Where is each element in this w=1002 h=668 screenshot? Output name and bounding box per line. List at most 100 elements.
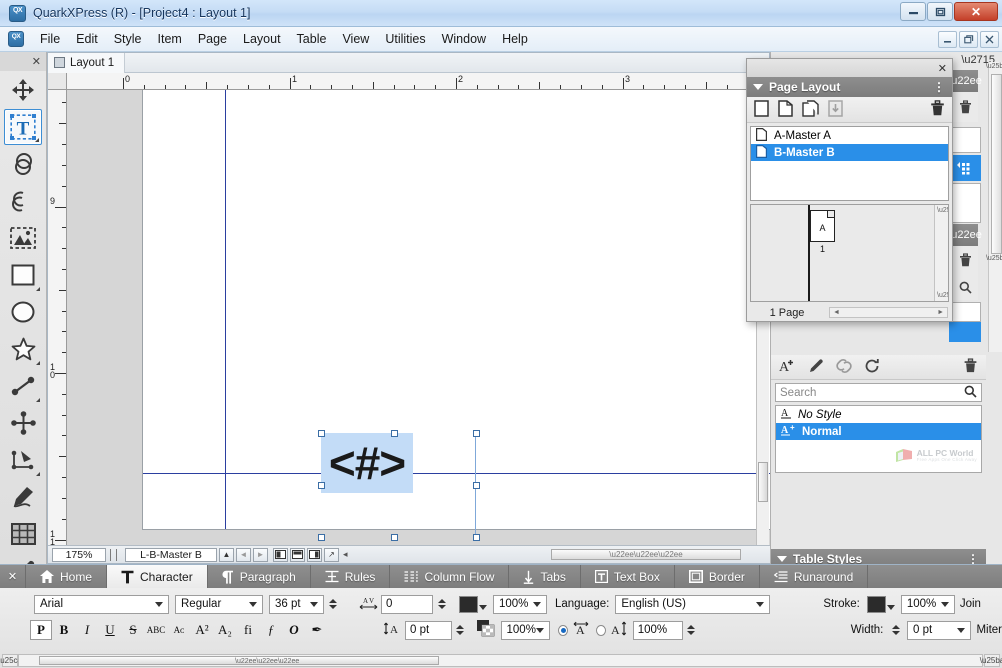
text-color-swatch[interactable] [459,596,478,613]
delete-style-sheet-trash-icon[interactable] [963,358,978,376]
current-page-field[interactable]: L-B-Master B [125,548,217,562]
shade-icon[interactable] [477,620,495,640]
dock-trash-2[interactable] [952,246,978,274]
tracking-field[interactable]: 0 [381,595,433,614]
dock-scrollbar[interactable]: \u25b2 \u25bc [988,62,1002,352]
selection-handle-ml[interactable] [318,482,325,489]
shadow-style-button[interactable]: ✒ [306,620,328,640]
tab-runaround[interactable]: Runaround [760,565,868,588]
item-tool[interactable] [4,72,42,108]
thumbnails-scroll-left[interactable]: ◄ [833,309,840,316]
style-search-box[interactable]: Search [775,383,982,402]
mdi-restore-button[interactable] [959,31,978,48]
layout-tab[interactable]: Layout 1 [48,53,125,73]
menu-item-table[interactable]: Table [289,29,335,49]
menu-item-page[interactable]: Page [190,29,235,49]
tools-palette-close[interactable]: ✕ [0,52,46,71]
selection-handle-bc[interactable] [391,534,398,541]
horizontal-scale-radio[interactable] [558,625,568,636]
stroke-color-dropdown-arrow[interactable] [887,605,895,610]
thumbnails-scroll-right[interactable]: ► [937,309,944,316]
minimize-button[interactable] [900,2,926,21]
insert-pages-icon[interactable] [828,100,843,120]
picture-content-tool[interactable] [4,146,42,182]
view-spread-button[interactable] [290,548,305,562]
style-sheets-list[interactable]: A No Style A+ Normal ALL PC World [775,405,982,473]
text-content-tool[interactable]: T [4,109,42,145]
outline-style-button[interactable]: O [283,620,305,640]
chevron-down-icon[interactable] [753,84,763,90]
thumbnails-vertical-scrollbar[interactable]: \u25b2 \u25bc [934,205,948,301]
dock-panel-menu-2[interactable]: \u22ee [952,224,978,246]
text-opacity-dropdown[interactable]: 100% [493,595,547,614]
export-button[interactable]: ↗ [324,548,339,562]
master-pages-list[interactable]: A-Master A B-Master B [750,126,949,201]
font-style-dropdown[interactable]: Regular [175,595,263,614]
status-collapse-arrow[interactable]: ◂ [343,549,348,560]
page-layout-titlebar[interactable]: ✕ [747,59,952,77]
layout-canvas[interactable]: <#> Mac4PC.com [67,90,771,548]
page-layout-header[interactable]: Page Layout ⋮ [747,77,952,97]
blank-single-page-icon[interactable] [754,100,769,120]
page-layout-menu-icon[interactable]: ⋮ [933,84,946,90]
blank-facing-page-icon[interactable] [778,100,793,120]
status-splitter[interactable] [110,549,117,561]
baseline-shift-field[interactable]: 0 pt [405,621,452,640]
menu-item-view[interactable]: View [334,29,377,49]
scale-stepper[interactable] [686,625,696,635]
text-color-dropdown-arrow[interactable] [479,605,487,610]
selection-handle-mr[interactable] [473,482,480,489]
thumbnails-scroll-up[interactable]: \u25b2 [937,207,949,214]
scale-value-field[interactable]: 100% [633,621,683,640]
menu-item-window[interactable]: Window [434,29,494,49]
style-sheet-item-no-style[interactable]: A No Style [776,406,981,423]
vertical-ruler[interactable]: 91011 [48,90,67,548]
dock-scroll-down[interactable]: \u25bc [991,254,1002,263]
selection-handle-bl[interactable] [318,534,325,541]
table-tool[interactable] [4,516,42,552]
opentype-style-button[interactable]: ƒ [260,620,282,640]
shade-dropdown[interactable]: 100% [501,621,550,640]
menu-item-item[interactable]: Item [150,29,190,49]
line-tool[interactable] [4,368,42,404]
tracking-stepper[interactable] [436,599,447,609]
selection-handle-tr[interactable] [473,430,480,437]
language-dropdown[interactable]: English (US) [615,595,770,614]
strikethrough-style-button[interactable]: S [122,620,144,640]
measurements-close-icon[interactable]: ✕ [0,565,26,588]
new-style-sheet-icon[interactable]: A [779,358,796,377]
freehand-drawing-tool[interactable] [4,479,42,515]
stroke-color-swatch[interactable] [867,596,886,613]
style-search-input[interactable]: Search [780,387,964,399]
font-size-stepper[interactable] [327,599,338,609]
view-thumbnail-button[interactable] [307,548,322,562]
horizontal-scroll-thumb[interactable]: \u22ee\u22ee\u22ee [551,549,741,560]
underline-style-button[interactable]: U [99,620,121,640]
link-text-boxes-tool[interactable] [4,183,42,219]
page-layout-close-icon[interactable]: ✕ [938,62,947,75]
bezier-pen-tool[interactable] [4,442,42,478]
menu-item-file[interactable]: File [32,29,68,49]
menu-item-edit[interactable]: Edit [68,29,106,49]
palette-scroll-right[interactable]: \u25ba [984,654,1000,667]
menu-item-utilities[interactable]: Utilities [377,29,433,49]
chevron-down-icon[interactable] [777,556,787,562]
page-sheet[interactable]: <#> Mac4PC.com [142,90,771,530]
selection-handle-tl[interactable] [318,430,325,437]
dock-scroll-up[interactable]: \u25b2 [991,62,1002,71]
dock-scroll-thumb[interactable] [991,74,1002,254]
previous-page-button[interactable]: ◄ [236,548,251,562]
stroke-opacity-dropdown[interactable]: 100% [901,595,955,614]
selection-handle-tc[interactable] [391,430,398,437]
baseline-shift-stepper[interactable] [455,625,465,635]
zoom-level-field[interactable]: 175% [52,548,106,562]
close-button[interactable]: ✕ [954,2,998,21]
menu-item-help[interactable]: Help [494,29,536,49]
restore-button[interactable] [927,2,953,21]
tab-character[interactable]: Character [107,565,208,588]
text-box[interactable]: <#> [321,433,413,493]
dock-panel-menu-1[interactable]: \u22ee [952,70,978,92]
stroke-width-stepper[interactable] [891,625,901,635]
page-layout-palette[interactable]: ✕ Page Layout ⋮ [746,58,953,322]
italic-style-button[interactable]: I [76,620,98,640]
